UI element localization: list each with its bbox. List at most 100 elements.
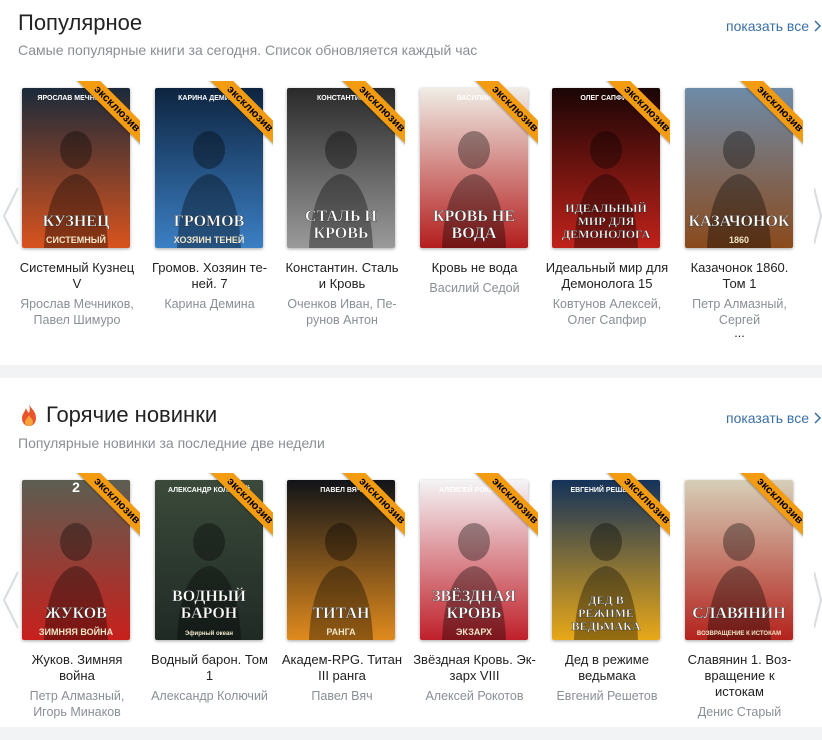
book-cover-wrap[interactable]: ПАВЕЛ ВЯЧ ТИТАН РАНГА эксклюзив [287,473,405,640]
cover-title-text: ВЕДЬМАКА [571,619,640,633]
book-author-line: Петр Алмазный, [692,297,787,311]
exclusive-ribbon: эксклюзив [68,473,140,545]
cover-subtitle-text: ХОЗЯИН ТЕНЕЙ [173,234,244,245]
book-author[interactable]: Александр Колючий [145,688,275,704]
book-title[interactable]: Константин. Сталь и Кровь [277,260,407,292]
book-title[interactable]: Жуков. Зимняя война [12,652,142,684]
book-cover-wrap[interactable]: АЛЕКСЕЙ РОКОТОВ ЗВЁЗДНАЯ КРОВЬ ЭКЗАРХ эксклю… [419,473,538,640]
book-carousel: 2 ЖУКОВ ЗИМНЯЯ ВОЙНА эксклюзив Жуков. Зимняя… [0,473,822,740]
exclusive-ribbon: эксклюзив [598,473,670,545]
show-all-label: показать все [726,410,809,426]
book-author-line: Павел Вяч [311,689,373,703]
book-title[interactable]: Академ-RPG. Титан III ранга [277,652,407,684]
book-cover-wrap[interactable]: КАРИНА ДЕМИНА ГРОМОВ ХОЗЯИН ТЕНЕЙ эксклюзив [154,81,273,248]
book-title-line: Громов. Хозяин те- [151,260,268,275]
cover-title-text: КРОВЬ НЕ [432,208,514,225]
book-cover-wrap[interactable]: ЯРОСЛАВ МЕЧНИКОВ КУЗНЕЦ СИСТЕМНЫЙ эксклюзив [22,81,140,248]
book-cover-wrap[interactable]: СЛАВЯНИН ВОЗВРАЩЕНИЕ К ИСТОКАМ эксклюзив [684,473,803,640]
cover-title-text: КАЗАЧОНОК [688,213,789,230]
exclusive-badge-label: эксклюзив [337,81,405,153]
book-author[interactable]: Петр Алмазный, Игорь Минаков [12,688,142,720]
book-title[interactable]: Славянин 1. Воз-вращение к истокам [675,652,805,700]
cover-title-text: КУЗНЕЦ [43,213,110,230]
section-title: Популярное [18,10,142,36]
book-author-line: Игорь Минаков [33,705,121,719]
book-title-line: зарх VIII [449,668,500,683]
exclusive-ribbon: эксклюзив [333,81,405,153]
hot-section: Горячие новинки Популярные новинки за по… [0,378,822,727]
exclusive-ribbon: эксклюзив [201,81,273,153]
book-cover-wrap[interactable]: АЛЕКСАНДР КОЛЮЧИЙ ВОДНЫЙ БАРОН Эфирный океа… [154,473,273,640]
book-title-line: Казачонок 1860. [690,260,789,275]
chevron-right-icon [814,20,822,32]
show-all-link[interactable]: показать все [726,410,822,426]
book-title-line: вращение к [704,668,775,683]
book-author[interactable]: Денис Старый [675,704,805,720]
book-title-line: III ранга [318,668,366,683]
book-author[interactable]: Павел Вяч [277,688,407,704]
book-title-line: Идеальный мир для [545,260,669,275]
book-author[interactable]: Карина Демина [145,296,275,312]
book-author-line: Денис Старый [697,705,782,719]
book-title-line: Академ-RPG. Титан [281,652,403,667]
book-title-line: Водный барон. Том [151,652,268,667]
book-title-line: Демонолога 15 [561,276,653,291]
popular-section: Популярное Самые популярные книги за сег… [0,0,822,365]
book-title-line: Кровь не вода [431,260,518,275]
book-cover-wrap[interactable]: КАЗАЧОНОК 1860 эксклюзив [684,81,803,248]
book-title[interactable]: Громов. Хозяин те-ней. 7 [145,260,275,292]
exclusive-badge-label: эксклюзив [469,473,538,545]
book-author-line: Алексей Рокотов [425,689,524,703]
book-author-line: Карина Демина [164,297,255,311]
show-all-link[interactable]: показать все [726,18,822,34]
book-title-line: 1 [205,668,214,683]
cover-title-text: ДЕД В [588,593,624,607]
book-author-line: Ковтунов Алексей, [552,297,662,311]
book-title-line: Том 1 [722,276,757,291]
book-author[interactable]: Ковтунов Алексей, Олег Сапфир [542,296,672,328]
cover-subtitle-text: ВОЗВРАЩЕНИЕ К ИСТОКАМ [696,631,780,637]
exclusive-ribbon: эксклюзив [598,81,670,153]
book-title-line: Жуков. Зимняя [31,652,123,667]
cover-subtitle-text: РАНГА [326,627,356,637]
book-title[interactable]: Звёздная Кровь. Эк-зарх VIII [410,652,540,684]
book-author[interactable]: Евгений Решетов [542,688,672,704]
book-title[interactable]: Казачонок 1860. Том 1 [675,260,805,292]
book-cover-wrap[interactable]: 2 ЖУКОВ ЗИМНЯЯ ВОЙНА эксклюзив [22,473,140,640]
book-author[interactable]: Петр Алмазный, Сергей... [675,296,805,339]
exclusive-ribbon: эксклюзив [466,473,538,545]
book-cover-wrap[interactable]: ОЛЕГ САПФИР ИДЕАЛЬНЫЙ МИР ДЛЯ ДЕМОНОЛОГА экс… [552,81,670,248]
cover-subtitle-text: ЗИМНЯЯ ВОЙНА [39,626,114,637]
book-title-line: Дед в режиме [565,652,649,667]
exclusive-ribbon: эксклюзив [333,473,405,545]
exclusive-ribbon: эксклюзив [731,81,803,153]
exclusive-badge-label: эксклюзив [204,473,273,545]
cover-subtitle-text: Эфирный океан [185,630,233,637]
book-author[interactable]: Ярослав Мечников, Павел Шимуро [12,296,142,328]
cover-subtitle-text: 1860 [728,235,748,245]
section-subtitle: Самые популярные книги за сегодня. Списо… [18,42,478,58]
book-title[interactable]: Кровь не вода [410,260,540,276]
book-author[interactable]: Алексей Рокотов [410,688,540,704]
cover-title-text: ЖУКОВ [45,605,107,622]
book-title[interactable]: Идеальный мир для Демонолога 15 [542,260,672,292]
book-author-line: Евгений Решетов [556,689,658,703]
book-cover-wrap[interactable]: ВАСИЛИЙ КРОВЬ НЕ ВОДА эксклюзив [419,81,538,248]
book-title-line: Константин. Сталь [285,260,399,275]
cover-title-text: СТАЛЬ И [305,208,377,225]
exclusive-badge-label: эксклюзив [72,473,140,545]
exclusive-ribbon: эксклюзив [466,81,538,153]
book-title-line: истокам [715,684,764,699]
book-author[interactable]: Василий Седой [410,280,540,296]
section-title: Горячие новинки [18,402,217,428]
book-cover-wrap[interactable]: ЕВГЕНИЙ РЕШЕТОВ ДЕД В РЕЖИМЕ ВЕДЬМАКА эксклю… [552,473,670,640]
exclusive-badge-label: эксклюзив [337,473,405,545]
book-author[interactable]: Оченков Иван, Пе-рунов Антон [277,296,407,328]
book-title[interactable]: Дед в режиме ведьмака [542,652,672,684]
book-title[interactable]: Водный барон. Том 1 [145,652,275,684]
exclusive-badge-label: эксклюзив [72,81,140,153]
book-title[interactable]: Системный Кузнец V [12,260,142,292]
book-cover-wrap[interactable]: КОНСТАНТИН СТАЛЬ И КРОВЬ эксклюзив [287,81,405,248]
book-author-line: Василий Седой [429,281,520,295]
book-author-line: Ярослав Мечников, [20,297,134,311]
